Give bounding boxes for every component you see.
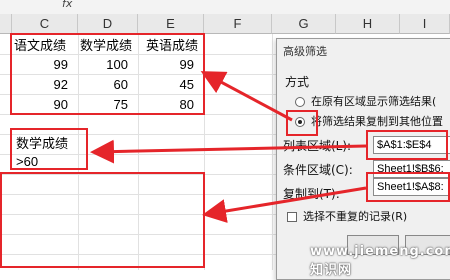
arrow-to-list-range: [200, 71, 293, 122]
site-watermark: www.jiemeng.com 知识网: [310, 244, 450, 278]
arrow-to-copy-range: [202, 186, 367, 223]
arrow-to-criteria-range: [90, 139, 367, 164]
annotation-arrows: [90, 71, 367, 223]
